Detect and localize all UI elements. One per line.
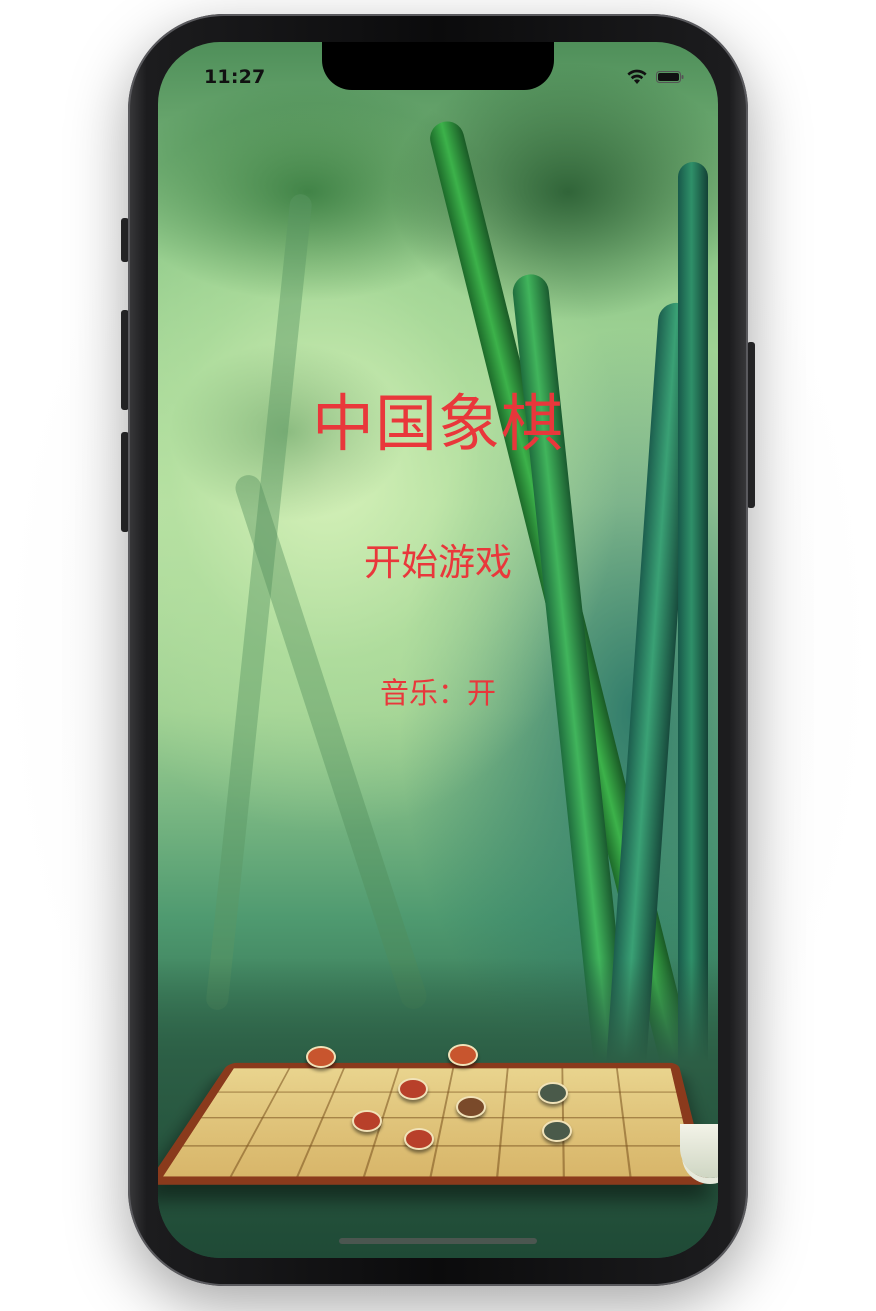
board-grid-line (296, 1068, 345, 1177)
notch (322, 42, 554, 90)
chess-piece (306, 1046, 336, 1068)
status-time: 11:27 (204, 66, 266, 88)
chess-piece (404, 1128, 434, 1150)
status-bar: 11:27 (158, 42, 718, 102)
start-game-button[interactable]: 开始游戏 (338, 534, 538, 592)
chess-piece (352, 1110, 382, 1132)
board-grid-line (229, 1068, 291, 1177)
battery-icon (656, 71, 684, 83)
chess-piece (538, 1082, 568, 1104)
music-toggle-button[interactable]: 音乐：开 (348, 672, 528, 716)
home-indicator[interactable] (339, 1238, 537, 1244)
device-stage: 11:27 中国象棋 开始游戏 音乐：开 (0, 0, 876, 1311)
chess-piece (448, 1044, 478, 1066)
chess-piece (456, 1096, 486, 1118)
chess-piece (398, 1078, 428, 1100)
board-grid-line (496, 1068, 509, 1177)
board-grid-line (429, 1068, 455, 1177)
board-grid-line (616, 1068, 632, 1177)
wifi-icon (627, 69, 647, 84)
power-button (747, 342, 755, 508)
app-screen: 11:27 中国象棋 开始游戏 音乐：开 (158, 42, 718, 1258)
xiangqi-board-illustration (158, 1062, 710, 1185)
chess-piece (542, 1120, 572, 1142)
game-title: 中国象棋 (311, 387, 564, 460)
